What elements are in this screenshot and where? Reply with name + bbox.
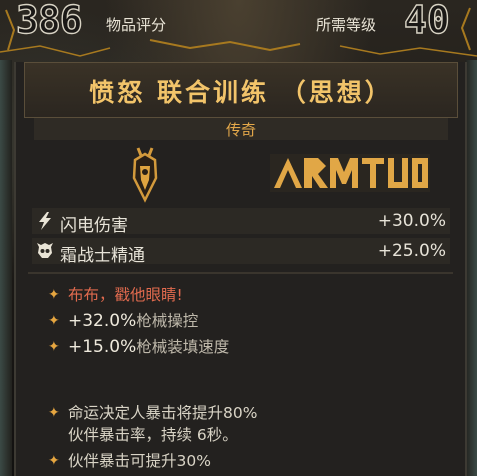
effect-list: ✦ 命运决定人暴击将提升80% 伙伴暴击率，持续 6秒。 ✦ 伙伴暴击可提升30… — [48, 402, 458, 476]
skull-icon — [37, 243, 53, 258]
stat-name: 闪电伤害 — [60, 216, 128, 236]
talent-mod-2-value: +15.0% — [68, 337, 137, 357]
talent-quote: ✦ 布布，戳他眼睛! — [48, 284, 448, 306]
effect-2-line-1: 伙伴暴击可提升30% — [68, 452, 211, 470]
talent-mod-1-label: 枪械操控 — [136, 312, 199, 330]
stat-value: +25.0% — [377, 241, 446, 261]
star-icon: ✦ — [48, 313, 60, 329]
star-icon: ✦ — [48, 453, 60, 469]
talent-list: ✦ 布布，戳他眼睛! ✦ +32.0%枪械操控 ✦ +15.0%枪械装填速度 — [48, 284, 448, 362]
title-panel: 愤怒 联合训练 （思想） — [24, 62, 458, 118]
stat-row-frost-mastery: 霜战士精通 +25.0% — [32, 238, 450, 266]
talent-quote-text: 布布，戳他眼睛! — [68, 286, 183, 304]
effect-1: ✦ 命运决定人暴击将提升80% 伙伴暴击率，持续 6秒。 — [48, 402, 458, 446]
brand-logo — [270, 154, 430, 192]
required-level-label: 所需等级 — [316, 16, 377, 34]
item-score-label: 物品评分 — [106, 16, 167, 34]
item-title: 愤怒 联合训练 （思想） — [89, 78, 393, 107]
item-score: 386 — [15, 0, 83, 43]
frame-edge-left — [0, 60, 12, 476]
stat-value: +30.0% — [377, 211, 446, 231]
lightning-icon — [39, 212, 51, 230]
talent-mod-2: ✦ +15.0%枪械装填速度 — [48, 336, 448, 358]
item-icon-row — [34, 144, 448, 206]
star-icon: ✦ — [48, 405, 60, 421]
item-rarity: 传奇 — [225, 121, 256, 139]
talent-mod-2-label: 枪械装填速度 — [136, 338, 230, 356]
star-icon: ✦ — [48, 287, 60, 303]
talent-mod-1-value: +32.0% — [68, 311, 137, 331]
rarity-bar: 传奇 — [34, 118, 448, 140]
stat-name: 霜战士精通 — [60, 246, 145, 266]
effect-1-line-1: 命运决定人暴击将提升80% — [68, 404, 258, 422]
talent-mod-1: ✦ +32.0%枪械操控 — [48, 310, 448, 332]
required-level: 40 — [403, 0, 450, 43]
effect-2: ✦ 伙伴暴击可提升30% — [48, 450, 458, 472]
stat-row-lightning-damage: 闪电伤害 +30.0% — [32, 208, 450, 236]
star-icon: ✦ — [48, 339, 60, 355]
item-header: 386 物品评分 所需等级 40 — [0, 0, 477, 44]
item-emblem-icon — [132, 147, 158, 203]
divider — [28, 272, 453, 274]
item-tooltip-card: 愤怒 联合训练 （思想） 传奇 闪电伤害 +30.0% 霜战士精通 +25.0%… — [14, 62, 467, 476]
effect-1-line-2: 伙伴暴击率，持续 6秒。 — [68, 426, 238, 444]
